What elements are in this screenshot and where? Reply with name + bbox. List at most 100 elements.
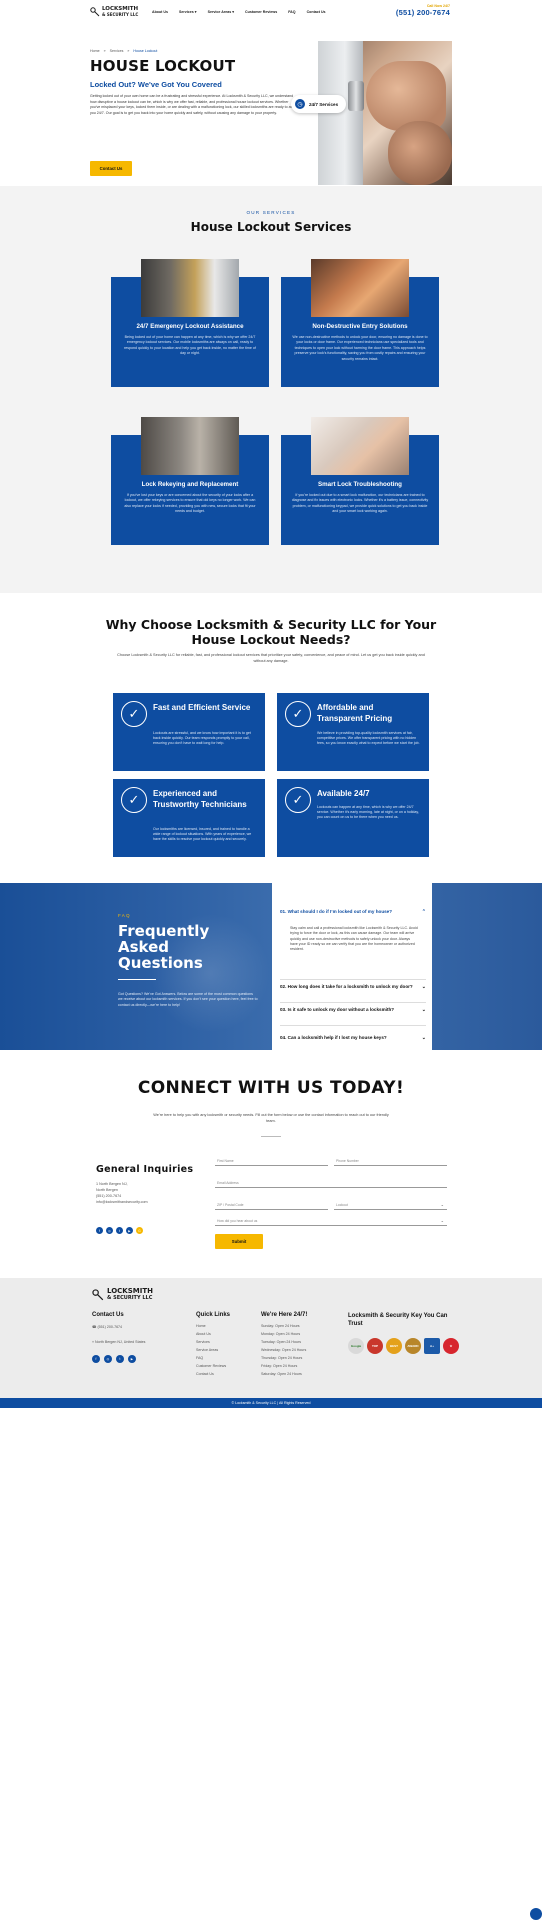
service-title: 24/7 Emergency Lockout Assistance: [136, 323, 244, 330]
service-image: [141, 417, 239, 475]
nav-service-areas[interactable]: Service Areas ▾: [208, 10, 234, 14]
footer-phone[interactable]: ☎ (551) 200-7674: [92, 1325, 122, 1329]
logo-line-2: & SECURITY LLC: [102, 12, 139, 17]
breadcrumb-services[interactable]: Services: [110, 49, 124, 53]
footer-address: ⌖ North Bergen NJ, United States: [92, 1340, 146, 1344]
quick-link[interactable]: About Us: [196, 1332, 211, 1336]
facebook-icon[interactable]: f: [92, 1355, 100, 1363]
nav-about[interactable]: About Us: [152, 10, 168, 14]
logo-line-2: & SECURITY LLC: [107, 1294, 153, 1301]
service-select-value: Lockout: [336, 1203, 348, 1207]
key-icon: [92, 1288, 104, 1300]
nav-faq[interactable]: FAQ: [288, 10, 295, 14]
phone-input[interactable]: Phone Number: [334, 1156, 447, 1166]
google-icon[interactable]: G: [136, 1227, 143, 1234]
instagram-icon[interactable]: ◎: [106, 1227, 113, 1234]
faq-question[interactable]: 02. How long does it take for a locksmit…: [280, 984, 426, 990]
service-card: 24/7 Emergency Lockout Assistance Being …: [111, 259, 269, 387]
hero-contact-button[interactable]: Contact Us: [90, 161, 132, 176]
why-card: ✓ Affordable and Transparent Pricing We …: [277, 693, 429, 771]
submit-button[interactable]: Submit: [215, 1234, 263, 1249]
quick-link[interactable]: Customer Reviews: [196, 1364, 226, 1368]
footer-logo-text: LOCKSMITH & SECURITY LLC: [107, 1288, 153, 1301]
breadcrumb-sep: »: [103, 49, 106, 53]
quick-link[interactable]: Services: [196, 1340, 210, 1344]
check-icon: ✓: [121, 787, 147, 813]
hero-image: [318, 41, 452, 185]
google-seal-icon: Google: [348, 1338, 364, 1354]
first-name-input[interactable]: First Name: [215, 1156, 328, 1166]
faq-title-line: Asked: [118, 938, 170, 956]
check-icon: ✓: [121, 701, 147, 727]
nav-services[interactable]: Services ▾: [179, 10, 197, 14]
chevron-down-icon: ⌄: [421, 1007, 426, 1013]
referral-select[interactable]: How did you hear about us ⌄: [215, 1216, 447, 1226]
faq-question[interactable]: 04. Can a locksmith help if I lost my ho…: [280, 1035, 426, 1041]
check-icon: ✓: [285, 701, 311, 727]
faq-question-text: 04. Can a locksmith help if I lost my ho…: [280, 1035, 387, 1040]
clock-icon: ◷: [295, 99, 305, 109]
hours-title: We're Here 24/7!: [261, 1312, 308, 1318]
chat-widget-icon[interactable]: [530, 1908, 542, 1920]
contact-subtitle: We’re here to help you with any locksmit…: [153, 1113, 389, 1123]
why-card: ✓ Experienced and Trustworthy Technician…: [113, 779, 265, 857]
why-card: ✓ Available 24/7 Lockouts can happen at …: [277, 779, 429, 857]
faq-question[interactable]: 03. Is it safe to unlock my door without…: [280, 1007, 426, 1013]
service-card: Lock Rekeying and Replacement If you’ve …: [111, 417, 269, 545]
logo-text: LOCKSMITH & SECURITY LLC: [102, 6, 139, 17]
faq-intro: Got Questions? We’ve Got Answers. Below …: [118, 992, 258, 1007]
facebook-icon[interactable]: f: [96, 1227, 103, 1234]
instagram-icon[interactable]: ◎: [104, 1355, 112, 1363]
service-image: [311, 259, 409, 317]
service-body: If you’ve lost your keys or are concerne…: [124, 493, 256, 514]
nav-customer-reviews[interactable]: Customer Reviews: [245, 10, 277, 14]
twitter-icon[interactable]: t: [116, 1227, 123, 1234]
hours-line: Monday: Open 24 Hours: [261, 1332, 301, 1336]
breadcrumb-current: House Lockout: [133, 49, 158, 53]
youtube-icon[interactable]: ▶: [128, 1355, 136, 1363]
faq-eyebrow: FAQ: [118, 913, 131, 918]
nav-contact[interactable]: Contact Us: [307, 10, 326, 14]
twitter-icon[interactable]: t: [116, 1355, 124, 1363]
zip-input[interactable]: ZIP / Postal Code: [215, 1200, 328, 1210]
chevron-up-icon: ⌃: [421, 909, 426, 915]
contact-title: CONNECT WITH US TODAY!: [137, 1078, 405, 1098]
service-card: Smart Lock Troubleshooting If you’re loc…: [281, 417, 439, 545]
faq-title: Frequently Asked Questions: [118, 923, 209, 971]
key-icon: [90, 7, 100, 17]
footer-logo[interactable]: LOCKSMITH & SECURITY LLC: [92, 1288, 153, 1301]
star-seal-icon: ★: [443, 1338, 459, 1354]
breadcrumb: Home» Services» House Lockout: [90, 49, 157, 53]
service-title: Smart Lock Troubleshooting: [318, 481, 402, 488]
why-subtitle: Choose Locksmith & Security LLC for reli…: [117, 653, 425, 663]
why-card-title: Experienced and Trustworthy Technicians: [153, 789, 247, 809]
hero-body: Getting locked out of your own home can …: [90, 94, 298, 115]
hours-line: Wednesday: Open 24 Hours: [261, 1348, 307, 1352]
quick-link[interactable]: Home: [196, 1324, 206, 1328]
trust-title: Locksmith & Security Key You Can Trust: [348, 1313, 448, 1327]
faq-question-text: 02. How long does it take for a locksmit…: [280, 984, 413, 989]
breadcrumb-sep: »: [127, 49, 130, 53]
header-phone[interactable]: (551) 200-7674: [396, 8, 450, 17]
service-select[interactable]: Lockout ⌄: [334, 1200, 447, 1210]
service-body: Being locked out of your home can happen…: [124, 335, 256, 356]
call-now[interactable]: Call Now 24/7 (551) 200-7674: [396, 4, 450, 17]
hours-line: Thursday: Open 24 Hours: [261, 1356, 303, 1360]
services-eyebrow: OUR SERVICES: [246, 210, 296, 215]
footer-social-links: f ◎ t ▶: [92, 1355, 136, 1363]
service-title: Lock Rekeying and Replacement: [141, 481, 239, 488]
check-icon: ✓: [285, 787, 311, 813]
youtube-icon[interactable]: ▶: [126, 1227, 133, 1234]
why-card-title: Available 24/7: [317, 789, 370, 798]
email-input[interactable]: Email Address: [215, 1178, 447, 1188]
quick-link[interactable]: Contact Us: [196, 1372, 214, 1376]
faq-question[interactable]: 01. What should I do if I’m locked out o…: [280, 909, 426, 915]
breadcrumb-home[interactable]: Home: [90, 49, 100, 53]
contact-email[interactable]: info@locksmithandsecurity.com: [96, 1199, 176, 1205]
quick-link[interactable]: FAQ: [196, 1356, 203, 1360]
site-logo[interactable]: LOCKSMITH & SECURITY LLC: [90, 6, 139, 17]
contact-section: CONNECT WITH US TODAY! We’re here to hel…: [0, 1050, 542, 1278]
quick-link[interactable]: Service Areas: [196, 1348, 218, 1352]
bbb-seal-icon: A+: [424, 1338, 440, 1354]
faq-question-text: 03. Is it safe to unlock my door without…: [280, 1007, 395, 1012]
